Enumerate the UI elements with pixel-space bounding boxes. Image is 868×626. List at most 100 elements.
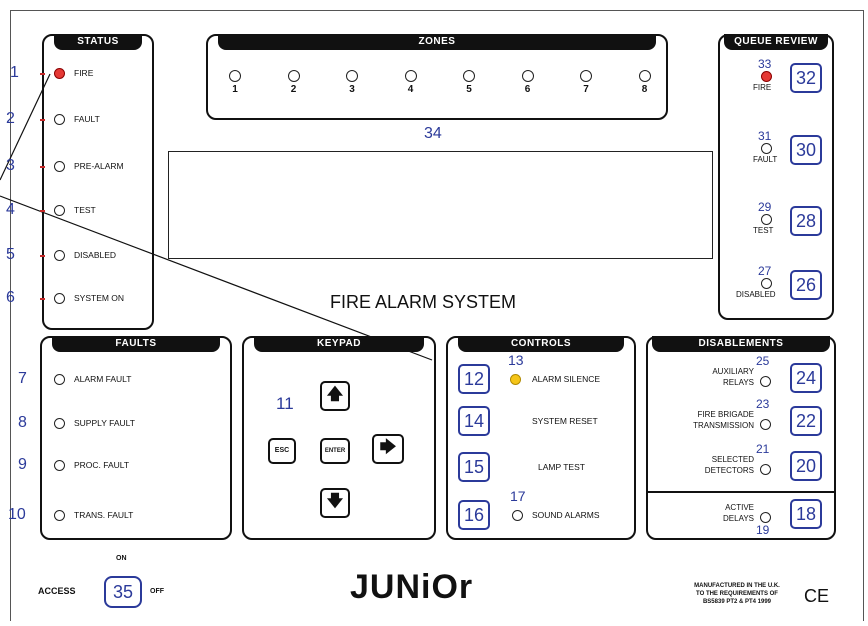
fault-led bbox=[54, 418, 65, 429]
access-on-label: ON bbox=[116, 555, 127, 562]
fault-number: 9 bbox=[18, 456, 27, 473]
disablement-label-line2: TRANSMISSION bbox=[693, 421, 754, 430]
status-led-fault bbox=[54, 114, 65, 125]
status-number: 4 bbox=[6, 201, 15, 218]
tick-mark bbox=[40, 166, 45, 168]
disablement-led bbox=[760, 376, 771, 387]
disablement-label-line1: SELECTED bbox=[711, 455, 754, 464]
queue-label: DISABLED bbox=[736, 290, 776, 299]
disablement-led bbox=[760, 464, 771, 475]
right-arrow-button[interactable]: 🡆 bbox=[372, 434, 404, 464]
fault-label: ALARM FAULT bbox=[74, 374, 132, 384]
control-button-16[interactable]: 16 bbox=[458, 500, 490, 530]
queue-button-32[interactable]: 32 bbox=[790, 63, 822, 93]
status-label: FAULT bbox=[74, 114, 100, 124]
disablements-divider bbox=[646, 491, 836, 493]
zone-led bbox=[463, 70, 475, 82]
footer-line-1: MANUFACTURED IN THE U.K. bbox=[694, 583, 780, 589]
control-button-12[interactable]: 12 bbox=[458, 364, 490, 394]
fault-number: 7 bbox=[18, 370, 27, 387]
zone-led bbox=[229, 70, 241, 82]
disablement-button-18[interactable]: 18 bbox=[790, 499, 822, 529]
zone-led bbox=[287, 70, 300, 82]
disablement-label: SELECTED DETECTORS bbox=[654, 454, 754, 476]
keypad-number: 11 bbox=[276, 394, 294, 413]
enter-button[interactable]: ENTER bbox=[320, 438, 350, 464]
status-label: FIRE bbox=[74, 68, 94, 78]
disablement-led-number: 21 bbox=[756, 442, 770, 456]
zone-label: 1 bbox=[232, 84, 238, 95]
tick-mark bbox=[40, 119, 45, 121]
tick-mark bbox=[40, 298, 45, 300]
status-title: STATUS bbox=[54, 34, 142, 50]
zone-led bbox=[404, 70, 417, 82]
access-off-label: OFF bbox=[150, 588, 164, 595]
status-label: PRE-ALARM bbox=[74, 161, 124, 171]
queue-led-number: 33 bbox=[758, 57, 772, 71]
tick-mark bbox=[40, 255, 45, 257]
disablement-led-number: 23 bbox=[756, 397, 770, 411]
down-arrow-button[interactable]: 🡇 bbox=[320, 488, 350, 518]
disablement-led-number: 19 bbox=[756, 523, 770, 537]
status-led-disabled bbox=[54, 250, 65, 261]
alarm-silence-led bbox=[510, 374, 521, 385]
zone-led bbox=[346, 70, 358, 82]
disablement-label: ACTIVE DELAYS bbox=[654, 502, 754, 524]
footer-line-3: BS5839 PT2 & PT4 1999 bbox=[702, 599, 772, 605]
fault-led bbox=[54, 374, 65, 385]
queue-led bbox=[761, 71, 772, 82]
status-label: TEST bbox=[74, 205, 96, 215]
queue-led-number: 31 bbox=[758, 129, 772, 143]
status-number: 5 bbox=[6, 246, 15, 263]
queue-button-26[interactable]: 26 bbox=[790, 270, 822, 300]
status-number: 6 bbox=[6, 289, 15, 306]
controls-title: CONTROLS bbox=[458, 336, 624, 352]
system-title: FIRE ALARM SYSTEM bbox=[330, 292, 517, 312]
status-led-system-on bbox=[54, 293, 65, 304]
disablement-button-24[interactable]: 24 bbox=[790, 363, 822, 393]
up-arrow-icon: 🡅 bbox=[326, 386, 344, 403]
queue-label: FIRE bbox=[753, 83, 772, 92]
status-led-fire bbox=[54, 68, 65, 79]
zones-title: ZONES bbox=[218, 34, 656, 50]
tick-mark bbox=[40, 73, 45, 75]
sound-alarms-led bbox=[512, 510, 523, 521]
fault-label: SUPPLY FAULT bbox=[74, 418, 135, 428]
queue-label: TEST bbox=[753, 226, 774, 235]
fault-led bbox=[54, 510, 65, 521]
esc-button[interactable]: ESC bbox=[268, 438, 296, 464]
queue-led bbox=[761, 214, 772, 225]
disablement-label-line1: ACTIVE bbox=[725, 503, 754, 512]
disablement-label-line1: FIRE BRIGADE bbox=[697, 410, 754, 419]
disablement-button-20[interactable]: 20 bbox=[790, 451, 822, 481]
faults-title: FAULTS bbox=[52, 336, 220, 352]
status-led-test bbox=[54, 205, 65, 216]
disablement-label-line2: DETECTORS bbox=[704, 466, 754, 475]
control-label: SOUND ALARMS bbox=[532, 510, 600, 520]
status-number: 1 bbox=[10, 64, 19, 81]
status-number: 2 bbox=[6, 110, 15, 127]
control-label: ALARM SILENCE bbox=[532, 374, 601, 384]
lcd-display bbox=[168, 151, 713, 259]
zone-led bbox=[638, 70, 651, 82]
queue-led-number: 29 bbox=[758, 200, 772, 214]
zones-panel: ZONES bbox=[206, 34, 668, 120]
disablement-led bbox=[760, 512, 771, 523]
disablement-label: FIRE BRIGADE TRANSMISSION bbox=[654, 409, 754, 431]
queue-button-28[interactable]: 28 bbox=[790, 206, 822, 236]
status-label: DISABLED bbox=[74, 250, 117, 260]
disablement-led-number: 25 bbox=[756, 354, 770, 368]
status-led-pre-alarm bbox=[54, 161, 65, 172]
control-button-14[interactable]: 14 bbox=[458, 406, 490, 436]
right-arrow-icon: 🡆 bbox=[379, 439, 397, 456]
zone-label: 7 bbox=[583, 84, 589, 95]
status-number: 3 bbox=[6, 157, 15, 174]
fault-label: PROC. FAULT bbox=[74, 460, 130, 470]
queue-button-30[interactable]: 30 bbox=[790, 135, 822, 165]
control-button-15[interactable]: 15 bbox=[458, 452, 490, 482]
fault-led bbox=[54, 460, 65, 471]
disablement-button-22[interactable]: 22 bbox=[790, 406, 822, 436]
access-key-switch[interactable]: 35 bbox=[104, 576, 142, 608]
fault-label: TRANS. FAULT bbox=[74, 510, 134, 520]
up-arrow-button[interactable]: 🡅 bbox=[320, 381, 350, 411]
